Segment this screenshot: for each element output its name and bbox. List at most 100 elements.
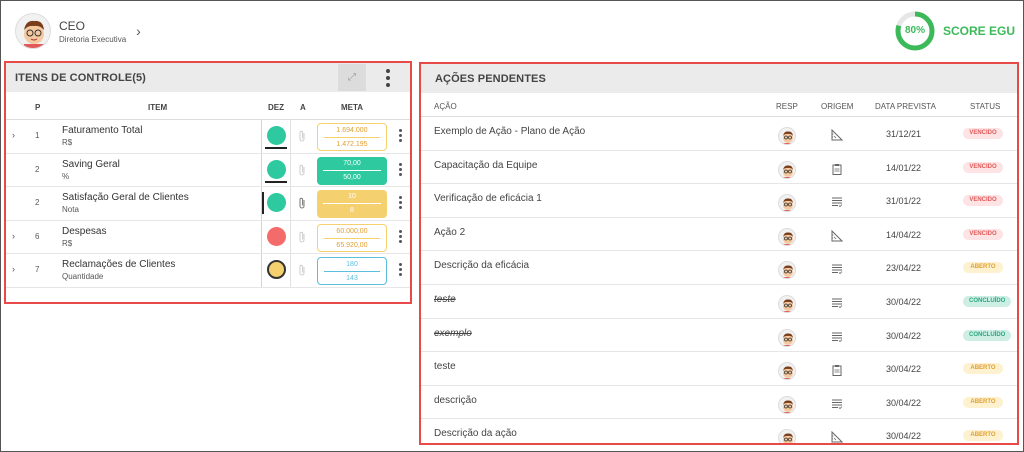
action-row[interactable]: exemplo 30/04/22 CONCLUÍDO (421, 319, 1017, 353)
user-avatar (15, 13, 51, 49)
user-header[interactable]: CEO Diretoria Executiva › (15, 13, 141, 49)
list-check-icon[interactable] (831, 397, 843, 409)
action-row[interactable]: Verificação de eficácia 1 31/01/22 VENCIDO (421, 184, 1017, 218)
action-row[interactable]: descrição 30/04/22 ABERTO (421, 386, 1017, 420)
score-ring: 80% (895, 11, 935, 51)
item-name[interactable]: Saving Geral (62, 159, 120, 170)
user-role: CEO (59, 18, 86, 33)
status-indicator[interactable] (267, 260, 286, 279)
col-meta: META (341, 103, 364, 112)
responsible-avatar[interactable] (778, 160, 796, 179)
responsible-avatar[interactable] (778, 127, 796, 145)
panel-title: AÇÕES PENDENTES (435, 72, 546, 85)
status-indicator[interactable] (267, 226, 286, 246)
responsible-avatar[interactable] (778, 395, 796, 414)
action-date: 23/04/22 (886, 263, 922, 274)
chevron-right-icon[interactable]: › (136, 23, 141, 39)
action-description[interactable]: Descrição da ação (434, 428, 517, 439)
clipboard-icon[interactable] (831, 162, 843, 175)
meta-box[interactable]: 1.694.000 1.472.195 (317, 123, 387, 151)
action-description[interactable]: Descrição da eficácia (434, 260, 529, 271)
meta-target: 60.000,00 (336, 227, 368, 235)
action-description[interactable]: Capacitação da Equipe (434, 160, 537, 171)
responsible-avatar[interactable] (778, 294, 796, 313)
user-info: CEO Diretoria Executiva (59, 19, 126, 44)
meta-actual: 65.920,00 (336, 241, 368, 249)
action-date: 14/04/22 (886, 229, 922, 240)
control-item-row[interactable]: 2 Satisfação Geral de Clientes Nota 10 8 (6, 187, 410, 221)
action-row[interactable]: teste 30/04/22 CONCLUÍDO (421, 285, 1017, 319)
status-indicator[interactable] (267, 193, 286, 212)
dez-cell (261, 254, 291, 287)
item-unit: R$ (62, 138, 73, 147)
action-description[interactable]: Exemplo de Ação - Plano de Ação (434, 126, 585, 137)
ruler-icon[interactable] (831, 430, 844, 443)
score-widget: 80% SCORE EGU (895, 11, 1015, 51)
row-menu-icon[interactable] (397, 263, 403, 279)
action-date: 31/01/22 (886, 196, 922, 207)
action-description[interactable]: Verificação de eficácia 1 (434, 193, 542, 204)
control-item-row[interactable]: › 7 Reclamações de Clientes Quantidade 180 14… (6, 254, 410, 288)
item-name[interactable]: Satisfação Geral de Clientes (62, 192, 189, 203)
control-item-row[interactable]: 2 Saving Geral% 70,00 50,00 (6, 153, 410, 187)
actions-table-body: Exemplo de Ação - Plano de Ação 31/12/21 V… (421, 117, 1017, 443)
status-indicator[interactable] (267, 126, 286, 145)
expand-row-icon[interactable]: › (12, 264, 15, 274)
expand-row-icon[interactable]: › (12, 231, 15, 241)
row-menu-icon[interactable] (397, 196, 403, 212)
responsible-avatar[interactable] (778, 227, 796, 246)
action-description[interactable]: Ação 2 (434, 227, 465, 238)
meta-box[interactable]: 60.000,00 65.920,00 (317, 223, 387, 252)
action-row[interactable]: Exemplo de Ação - Plano de Ação 31/12/21 V… (421, 117, 1017, 151)
paperclip-icon[interactable] (298, 197, 306, 212)
action-row[interactable]: Ação 2 14/04/22 VENCIDO (421, 218, 1017, 252)
responsible-avatar[interactable] (778, 429, 796, 443)
meta-box[interactable]: 70,00 50,00 (317, 156, 387, 185)
row-menu-icon[interactable] (397, 229, 403, 246)
item-priority: 7 (35, 265, 40, 274)
meta-box[interactable]: 180 143 (317, 257, 387, 285)
status-indicator[interactable] (267, 159, 286, 179)
pending-actions-panel: AÇÕES PENDENTES AÇÃO RESP ORIGEM DATA PR… (419, 62, 1019, 445)
responsible-avatar[interactable] (778, 194, 796, 213)
clipboard-icon[interactable] (831, 363, 843, 377)
list-check-icon[interactable] (831, 296, 843, 309)
expand-row-icon[interactable]: › (12, 130, 15, 140)
action-description[interactable]: teste (434, 361, 456, 372)
action-description[interactable]: teste (434, 294, 456, 305)
responsible-avatar[interactable] (778, 261, 796, 280)
action-row[interactable]: teste 30/04/22 ABERTO (421, 352, 1017, 386)
action-row[interactable]: Descrição da ação 30/04/22 ABERTO (421, 419, 1017, 443)
status-badge: VENCIDO (963, 228, 1003, 240)
list-check-icon[interactable] (831, 195, 843, 208)
control-table-header: P ITEM DEZ A META (6, 92, 410, 120)
action-description[interactable]: descrição (434, 395, 477, 406)
action-row[interactable]: Capacitação da Equipe 14/01/22 VENCIDO (421, 151, 1017, 185)
paperclip-icon[interactable] (298, 130, 306, 145)
control-item-row[interactable]: › 6 Despesas R$ 60.000,00 65.920,00 (6, 220, 410, 254)
ruler-icon[interactable] (831, 128, 844, 141)
item-name[interactable]: Despesas (62, 226, 106, 237)
more-vertical-icon[interactable] (378, 66, 398, 90)
expand-icon[interactable]: ⤢ (338, 64, 366, 91)
item-name[interactable]: Faturamento Total (62, 125, 142, 136)
action-date: 30/04/22 (886, 330, 922, 341)
ruler-icon[interactable] (831, 229, 844, 242)
item-name[interactable]: Reclamações de Clientes (62, 259, 175, 270)
row-menu-icon[interactable] (397, 162, 403, 179)
list-check-icon[interactable] (831, 330, 843, 342)
action-description[interactable]: exemplo (434, 328, 472, 339)
action-row[interactable]: Descrição da eficácia 23/04/22 ABERTO (421, 251, 1017, 285)
meta-box[interactable]: 10 8 (317, 190, 387, 218)
col-p: P (35, 103, 41, 112)
action-date: 31/12/21 (886, 129, 922, 139)
paperclip-icon[interactable] (298, 231, 306, 246)
paperclip-icon[interactable] (298, 264, 306, 279)
list-check-icon[interactable] (831, 262, 843, 275)
control-item-row[interactable]: › 1 Faturamento Total R$ 1.694.000 1.472.195 (6, 120, 410, 154)
status-badge: VENCIDO (963, 161, 1003, 173)
row-menu-icon[interactable] (397, 129, 403, 145)
responsible-avatar[interactable] (778, 362, 796, 381)
responsible-avatar[interactable] (778, 328, 796, 347)
paperclip-icon[interactable] (298, 164, 306, 179)
